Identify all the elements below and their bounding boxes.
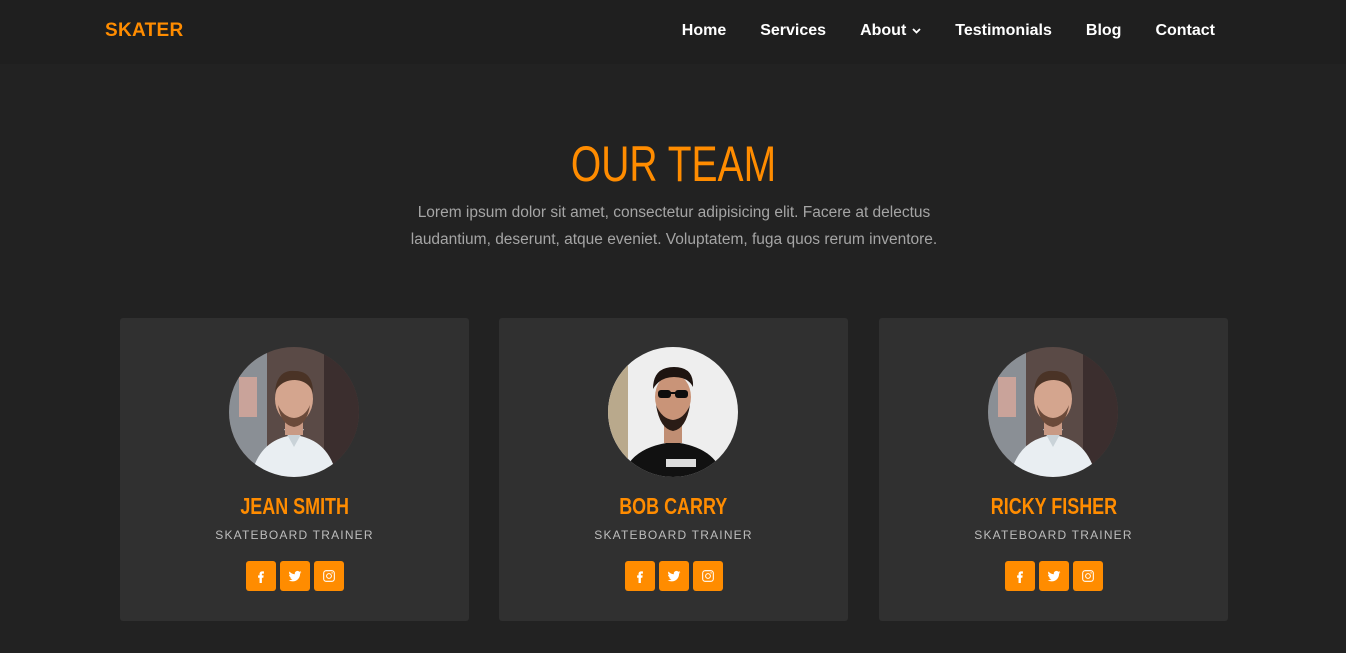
member-name-text: RICKY FISHER — [990, 493, 1117, 519]
member-name: RICKY FISHER — [879, 492, 1228, 520]
facebook-button[interactable] — [245, 561, 276, 591]
team-card-bob-carry: BOB CARRY SKATEBOARD TRAINER — [499, 318, 848, 621]
member-role: SKATEBOARD TRAINER — [215, 528, 374, 542]
navbar: SKATER Home Services About Testimonials … — [0, 0, 1346, 64]
facebook-icon — [636, 571, 643, 583]
social-links — [499, 561, 848, 591]
member-role: SKATEBOARD TRAINER — [974, 528, 1133, 542]
instagram-icon — [322, 570, 335, 582]
member-name-text: BOB CARRY — [619, 493, 728, 519]
member-role: SKATEBOARD TRAINER — [594, 528, 753, 542]
facebook-icon — [1016, 571, 1023, 583]
twitter-icon — [667, 570, 680, 582]
section-description-line-1: Lorem ipsum dolor sit amet, consectetur … — [417, 204, 931, 221]
chevron-down-icon — [912, 28, 921, 34]
twitter-button[interactable] — [279, 561, 310, 591]
avatar — [608, 347, 738, 477]
twitter-icon — [1047, 570, 1060, 582]
social-links — [879, 561, 1228, 591]
team-card-ricky-fisher: RICKY FISHER SKATEBOARD TRAINER — [879, 318, 1228, 621]
section-title-text: OUR TEAM — [570, 136, 776, 192]
instagram-icon — [701, 570, 714, 582]
nav-menu: Home Services About Testimonials Blog Co… — [682, 19, 1215, 43]
nav-link-home[interactable]: Home — [682, 19, 726, 43]
nav-link-contact[interactable]: Contact — [1155, 19, 1215, 43]
facebook-button[interactable] — [1004, 561, 1035, 591]
nav-link-testimonials[interactable]: Testimonials — [955, 19, 1052, 43]
member-name: JEAN SMITH — [120, 492, 469, 520]
facebook-icon — [257, 571, 264, 583]
nav-link-blog[interactable]: Blog — [1086, 19, 1122, 43]
nav-link-about[interactable]: About — [860, 19, 921, 43]
instagram-button[interactable] — [692, 561, 723, 591]
section-description: Lorem ipsum dolor sit amet, consectetur … — [373, 199, 975, 253]
nav-link-about-label: About — [860, 22, 907, 39]
twitter-icon — [288, 570, 301, 582]
section-title: OUR TEAM — [0, 134, 1346, 194]
avatar — [229, 347, 359, 477]
team-card-jean-smith: JEAN SMITH SKATEBOARD TRAINER — [120, 318, 469, 621]
social-links — [120, 561, 469, 591]
member-name: BOB CARRY — [499, 492, 848, 520]
member-name-text: JEAN SMITH — [240, 493, 349, 519]
facebook-button[interactable] — [624, 561, 655, 591]
brand-logo[interactable]: SKATER — [105, 20, 184, 42]
section-description-line-2: laudantium, deserunt, atque eveniet. Vol… — [410, 231, 938, 248]
twitter-button[interactable] — [1038, 561, 1069, 591]
instagram-icon — [1081, 570, 1094, 582]
instagram-button[interactable] — [1072, 561, 1103, 591]
twitter-button[interactable] — [658, 561, 689, 591]
avatar — [988, 347, 1118, 477]
nav-link-services[interactable]: Services — [760, 19, 826, 43]
instagram-button[interactable] — [313, 561, 344, 591]
